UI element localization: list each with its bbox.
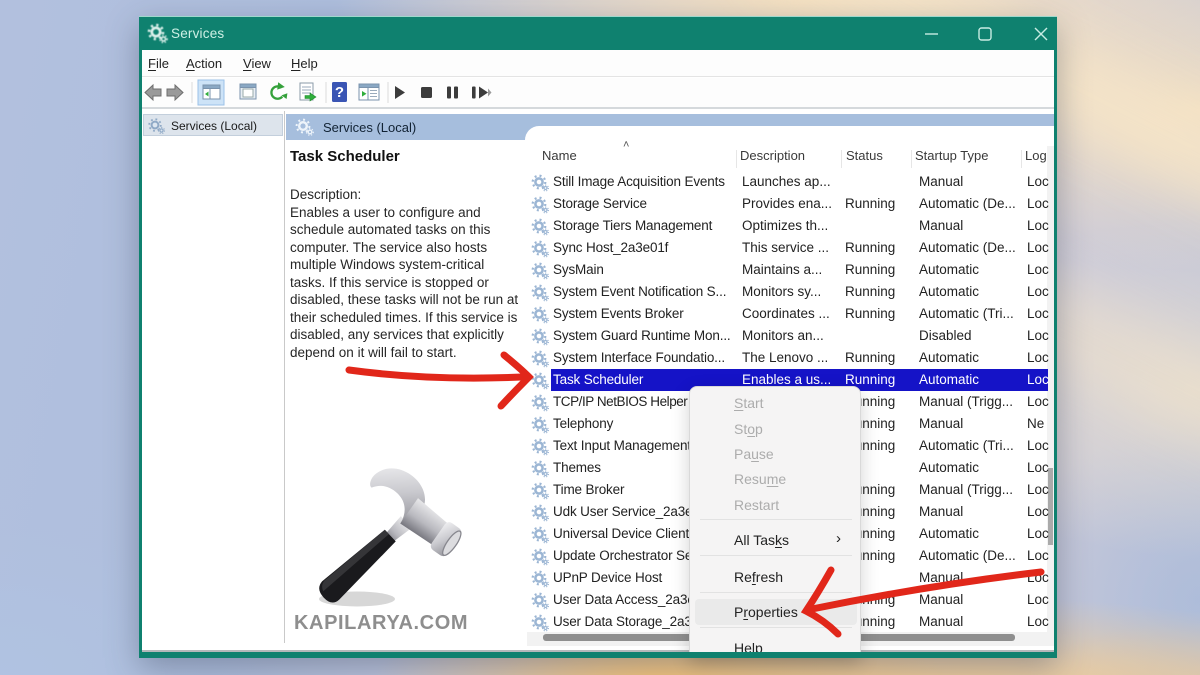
svg-text:?: ?	[335, 84, 344, 101]
